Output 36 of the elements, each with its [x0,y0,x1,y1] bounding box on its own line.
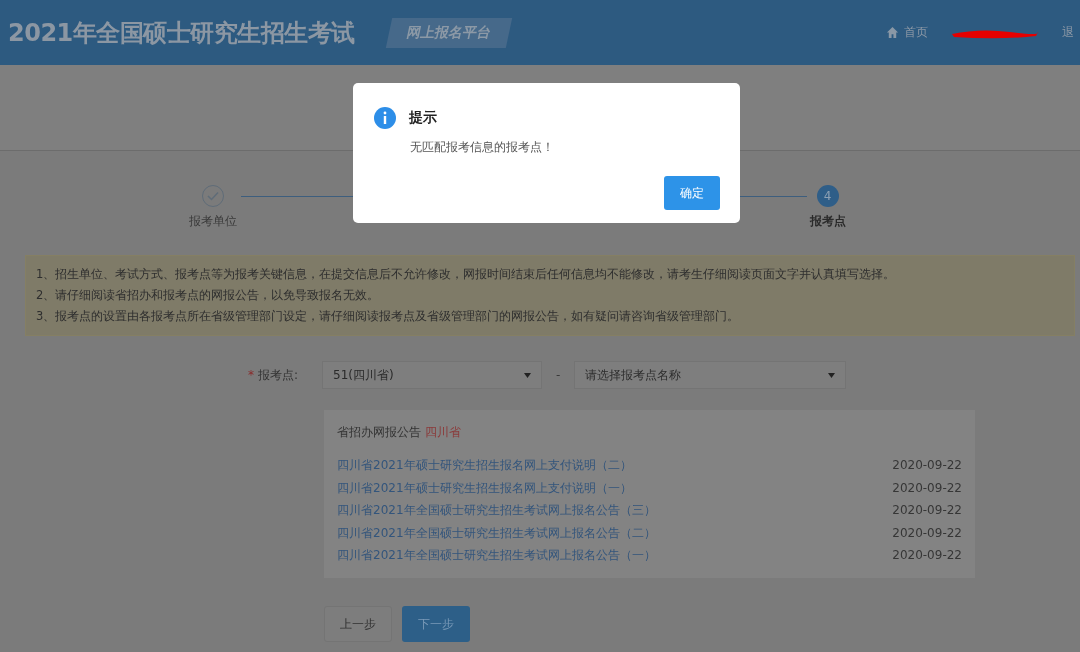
dialog-title: 提示 [409,109,437,127]
step-number: 4 [823,189,832,203]
province-name: 四川省 [425,425,461,439]
home-icon [886,26,899,39]
field-label: 报考点: [258,366,300,384]
announcement-date: 2020-09-22 [892,457,962,474]
dialog-message: 无匹配报考信息的报考点！ [410,139,555,156]
required-mark: * [248,368,254,382]
announcement-date: 2020-09-22 [892,479,962,497]
notice-text: 1、招生单位、考试方式、报考点等为报考关键信息，在提交信息后不允许修改，网报时间结束后任何信息均不能修改，请考生仔细阅读页面文字并认真填写选择。 [36,266,897,283]
announcement-link[interactable]: 四川省2021年硕士研究生招生报名网上支付说明（二） [337,454,632,477]
logout-link[interactable]: 退 [1062,24,1074,41]
confirm-button[interactable]: 确定 [664,176,720,210]
announcement-date: 2020-09-22 [892,524,962,542]
announcement-link[interactable]: 四川省2021年全国硕士研究生招生考试网上报名公告（二） [337,521,656,544]
info-icon [374,107,396,129]
announcement-date: 2020-09-22 [892,547,962,564]
home-link[interactable]: 首页 [886,24,928,41]
announcement-link[interactable]: 四川省2021年全国硕士研究生招生考试网上报名公告（三） [337,499,656,522]
separator: - [556,368,561,382]
province-select[interactable]: 51(四川省) [322,361,542,389]
announcement-link[interactable]: 四川省2021年硕士研究生招生报名网上支付说明（一） [337,476,632,499]
notice-text: 2、请仔细阅读省招办和报考点的网报公告，以免导致报名无效。 [36,287,381,304]
caret-icon [828,372,836,378]
platform-badge: 网上报名平台 [385,17,512,48]
step-label: 报考单位 [188,213,237,230]
announcement-date: 2020-09-22 [892,502,962,519]
announcement-link[interactable]: 四川省2021年全国硕士研究生招生考试网上报名公告（一） [337,544,656,567]
check-icon [206,191,219,201]
notice-text: 3、报考点的设置由各报考点所在省级管理部门设定，请仔细阅读报考点及省级管理部门的网报公告，如有疑问请咨询省级管理部门。 [36,308,741,325]
next-button[interactable]: 下一步 [402,606,470,642]
site-title: 2021年全国硕士研究生招生考试 [8,17,355,49]
caret-icon [524,372,531,378]
step-label: 报考点 [809,213,846,230]
panel-heading: 省招办网报公告 [337,425,421,439]
site-select[interactable]: 请选择报考点名称 [574,361,847,389]
